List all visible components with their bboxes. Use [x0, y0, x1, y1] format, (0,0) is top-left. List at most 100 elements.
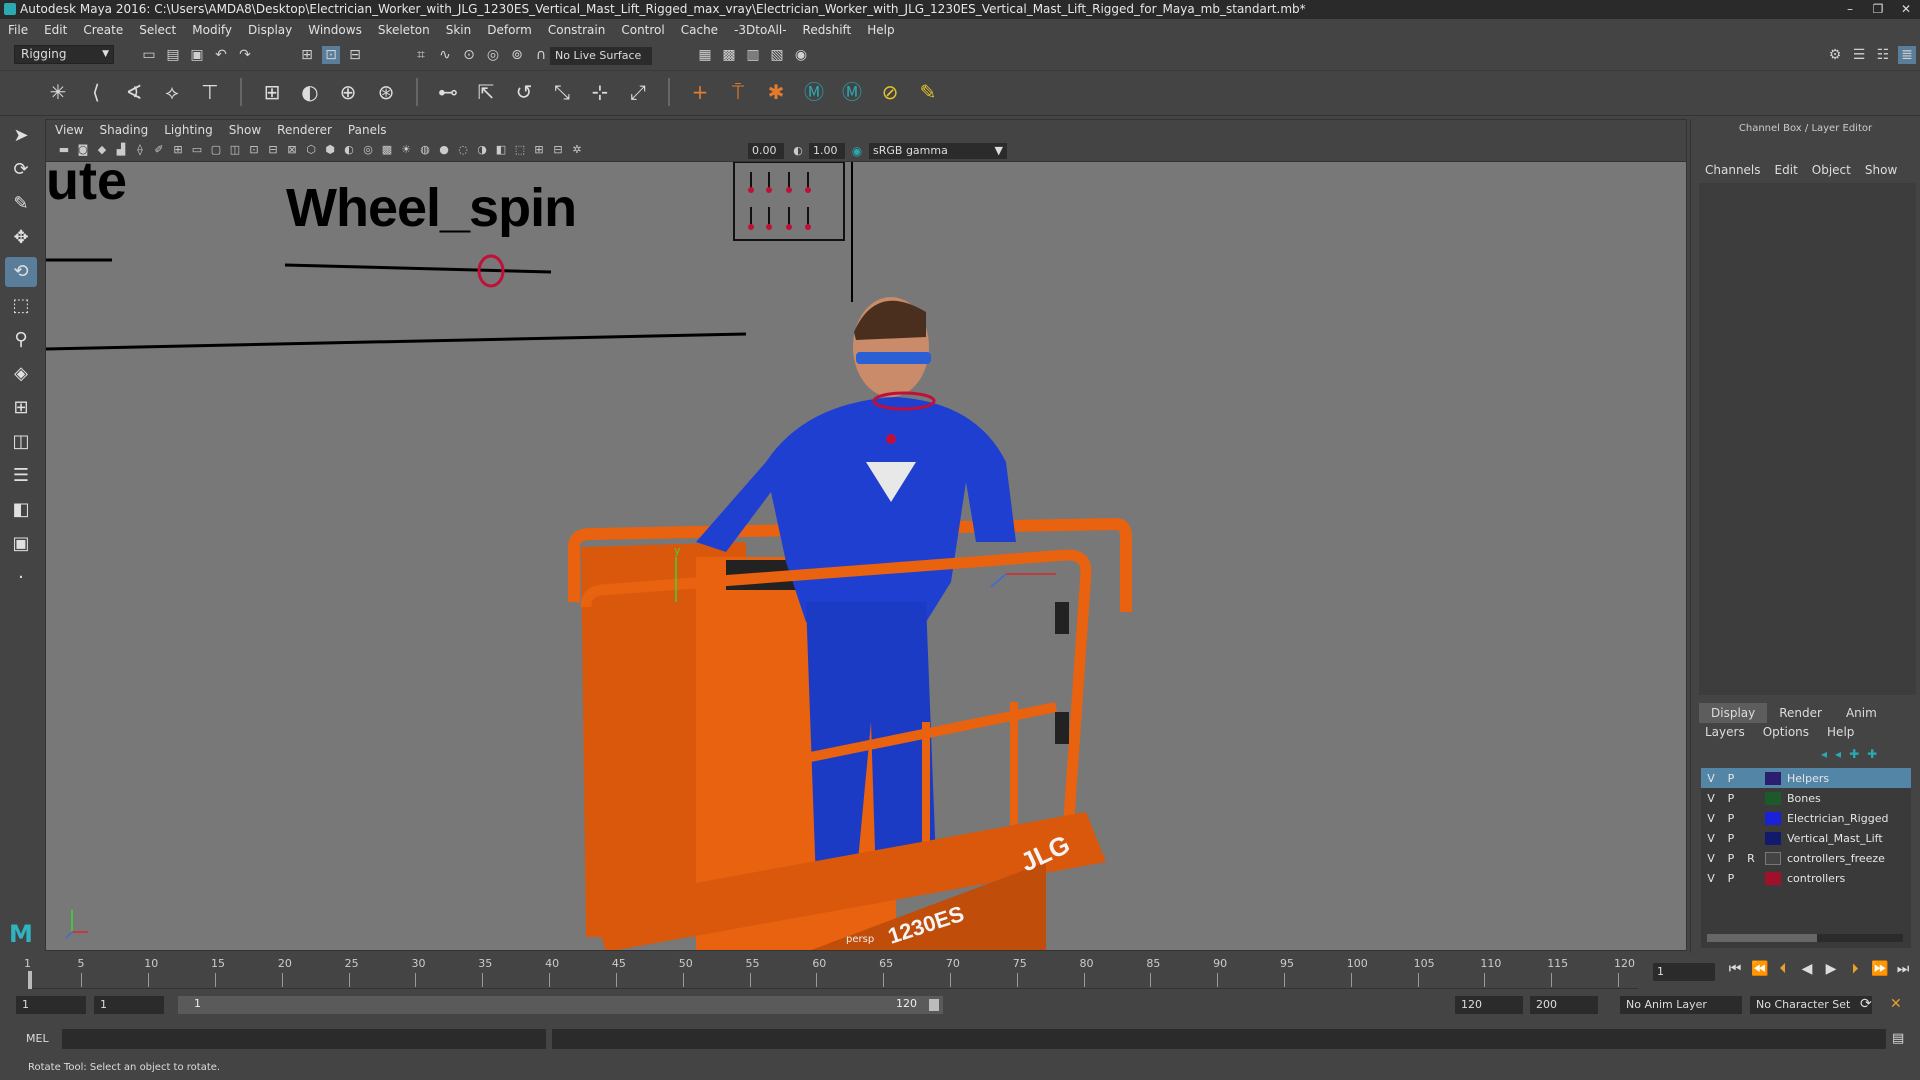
ipr-render-icon[interactable]: ▩	[720, 46, 738, 64]
command-language-label[interactable]: MEL	[26, 1032, 49, 1045]
time-ruler[interactable]: 1 5 10 15 20 25 30 35 40 45 50 55 60 65 70 75 80 85 90 95 10…	[24, 957, 1638, 989]
smooth-shade-icon[interactable]: ⬢	[322, 142, 338, 158]
shadows-icon[interactable]: ◍	[417, 142, 433, 158]
tool-settings-icon[interactable]: ☷	[1874, 46, 1892, 64]
minimize-button[interactable]: –	[1836, 0, 1864, 19]
color-management-icon[interactable]: ◉	[849, 143, 865, 159]
wireframe-on-shaded-icon[interactable]: ◎	[360, 142, 376, 158]
two-d-pan-icon[interactable]: ⟠	[132, 142, 148, 158]
script-editor-icon[interactable]: ▤	[1892, 1031, 1904, 1046]
layer-row-controllers[interactable]: V P controllers	[1701, 868, 1911, 888]
insert-joint-icon[interactable]: ⟡	[158, 78, 186, 106]
menu-skeleton[interactable]: Skeleton	[378, 23, 430, 37]
layer-visibility-toggle[interactable]: V	[1701, 772, 1721, 785]
layer-visibility-toggle[interactable]: V	[1701, 792, 1721, 805]
xray-components-icon[interactable]: ⊟	[550, 142, 566, 158]
select-tool-icon[interactable]: ➤	[5, 121, 37, 151]
menu-windows[interactable]: Windows	[308, 23, 362, 37]
motion-blur-icon[interactable]: ◌	[455, 142, 471, 158]
gate-mask-icon[interactable]: ◫	[227, 142, 243, 158]
menu-help[interactable]: Help	[867, 23, 894, 37]
gamma-icon[interactable]: ◐	[790, 143, 806, 159]
orient-constraint-icon[interactable]: ↺	[510, 78, 538, 106]
wireframe-icon[interactable]: ⬡	[303, 142, 319, 158]
use-default-material-icon[interactable]: ◐	[341, 142, 357, 158]
live-surface-field[interactable]: No Live Surface	[550, 47, 652, 65]
four-view-layout-icon[interactable]: ⊞	[5, 393, 37, 423]
grease-pencil-icon[interactable]: ✐	[151, 142, 167, 158]
vp-menu-show[interactable]: Show	[229, 123, 261, 137]
single-view-layout-icon[interactable]: ◈	[5, 359, 37, 389]
point-constraint-icon[interactable]: ⊷	[434, 78, 462, 106]
near-value-field[interactable]: 0.00	[748, 143, 784, 159]
z-axis-gizmo[interactable]	[990, 573, 1007, 588]
select-component-icon[interactable]: ⊟	[346, 46, 364, 64]
layer-menu-help[interactable]: Help	[1827, 725, 1854, 739]
vp-menu-panels[interactable]: Panels	[348, 123, 387, 137]
neck-controller[interactable]	[886, 434, 896, 444]
layer-row-bones[interactable]: V P Bones	[1701, 788, 1911, 808]
command-input[interactable]	[62, 1029, 546, 1049]
modeling-toolkit-icon[interactable]: ⚙	[1826, 46, 1844, 64]
cb-menu-show[interactable]: Show	[1865, 163, 1897, 177]
menu-edit[interactable]: Edit	[44, 23, 67, 37]
close-button[interactable]: ✕	[1892, 0, 1920, 19]
hik-icon[interactable]: ⍑	[724, 78, 752, 106]
ik-spline-icon[interactable]: ∢	[120, 78, 148, 106]
textured-icon[interactable]: ▩	[379, 142, 395, 158]
last-tool-icon[interactable]: ⚲	[5, 325, 37, 355]
vp-menu-shading[interactable]: Shading	[99, 123, 148, 137]
layer-playback-toggle[interactable]: P	[1721, 872, 1741, 885]
layer-color-swatch[interactable]	[1765, 771, 1781, 785]
layer-color-swatch[interactable]	[1765, 831, 1781, 845]
layer-playback-toggle[interactable]: P	[1721, 852, 1741, 865]
vp-menu-view[interactable]: View	[55, 123, 83, 137]
field-chart-icon[interactable]: ⊡	[246, 142, 262, 158]
render-settings-icon[interactable]: ▥	[744, 46, 762, 64]
layer-visibility-toggle[interactable]: V	[1701, 872, 1721, 885]
menu-deform[interactable]: Deform	[487, 23, 532, 37]
auto-key-icon[interactable]: ⟳	[1860, 996, 1872, 1012]
snap-point-icon[interactable]: ⊙	[460, 46, 478, 64]
layer-row-vertical-mast-lift[interactable]: V P Vertical_Mast_Lift	[1701, 828, 1911, 848]
character-icon[interactable]: ✱	[762, 78, 790, 106]
menu-modify[interactable]: Modify	[192, 23, 232, 37]
layer-playback-toggle[interactable]: P	[1721, 812, 1741, 825]
lasso-tool-icon[interactable]: ⟳	[5, 155, 37, 185]
paint-weights-icon[interactable]: ◐	[296, 78, 324, 106]
cluster-icon[interactable]: ⊛	[372, 78, 400, 106]
range-slider-handle[interactable]	[929, 999, 939, 1011]
menu-set-dropdown[interactable]: Rigging ▼	[14, 45, 114, 64]
menu-create[interactable]: Create	[83, 23, 123, 37]
anim-layer-dropdown[interactable]: No Anim Layer	[1620, 996, 1742, 1014]
snap-view-icon[interactable]: ◎	[484, 46, 502, 64]
play-forwards-icon[interactable]: ▶	[1823, 961, 1839, 977]
menu-file[interactable]: File	[8, 23, 28, 37]
film-gate-icon[interactable]: ▭	[189, 142, 205, 158]
control-panel-switches[interactable]	[750, 172, 809, 227]
move-layer-down-icon[interactable]: ◂	[1835, 747, 1841, 761]
tab-display[interactable]: Display	[1699, 703, 1768, 723]
ik-handle-icon[interactable]: ⟨	[82, 78, 110, 106]
layer-visibility-toggle[interactable]: V	[1701, 812, 1721, 825]
exposure-icon[interactable]: ✲	[569, 142, 585, 158]
joint-tool-icon[interactable]: ✳	[44, 78, 72, 106]
menu-constrain[interactable]: Constrain	[548, 23, 606, 37]
lattice-icon[interactable]: ⊕	[334, 78, 362, 106]
safe-title-icon[interactable]: ⊠	[284, 142, 300, 158]
move-tool-icon[interactable]: ✥	[5, 223, 37, 253]
preferences-icon[interactable]: ✕	[1890, 996, 1902, 1012]
layer-color-swatch[interactable]	[1765, 811, 1781, 825]
layer-playback-toggle[interactable]: P	[1721, 832, 1741, 845]
menu-select[interactable]: Select	[139, 23, 176, 37]
snap-surface-icon[interactable]: ⊚	[508, 46, 526, 64]
render-view-icon[interactable]: ◉	[792, 46, 810, 64]
select-hierarchy-icon[interactable]: ⊞	[298, 46, 316, 64]
layer-scrollbar-thumb[interactable]	[1707, 934, 1817, 942]
scale-constraint-icon[interactable]: ⤡	[548, 78, 576, 106]
skin-tool-icon[interactable]: ⊘	[876, 78, 904, 106]
play-backwards-icon[interactable]: ◀	[1799, 961, 1815, 977]
menu-3dtoall[interactable]: -3DtoAll-	[734, 23, 786, 37]
layer-color-swatch[interactable]	[1765, 791, 1781, 805]
tab-render[interactable]: Render	[1767, 703, 1834, 723]
